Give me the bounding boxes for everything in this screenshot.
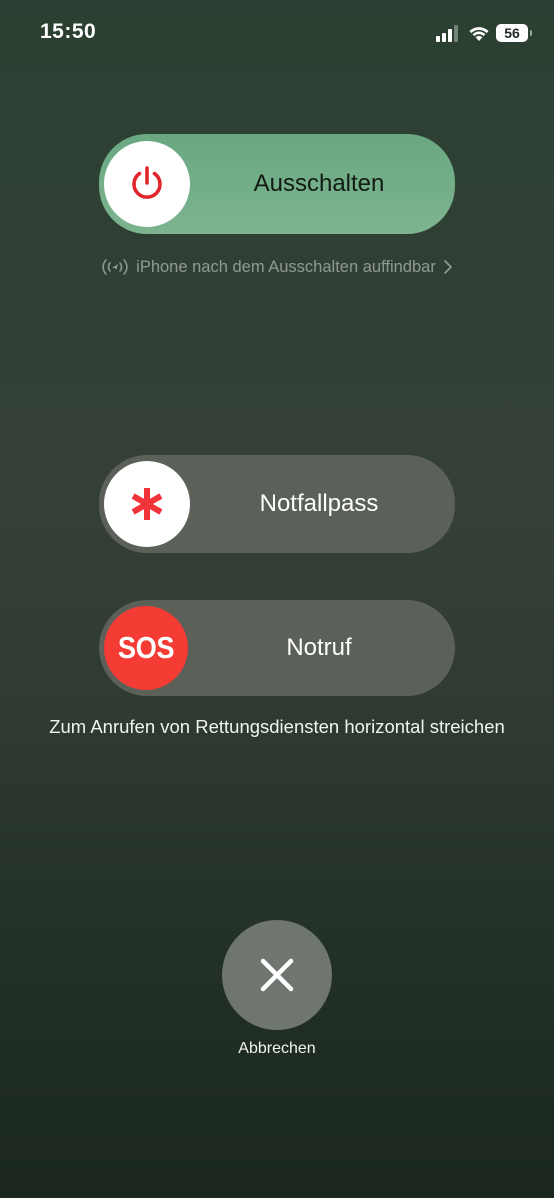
emergency-sos-label: Notruf: [286, 634, 352, 661]
cancel-button[interactable]: [222, 920, 332, 1030]
signal-icon: [436, 24, 458, 42]
sos-knob-text: SOS: [117, 630, 175, 665]
power-off-knob[interactable]: [104, 141, 190, 227]
battery-icon: 56: [496, 24, 532, 42]
close-icon: [260, 958, 294, 992]
find-my-icon: [102, 259, 128, 275]
emergency-sos-slider[interactable]: SOS Notruf: [99, 600, 455, 696]
medical-id-label: Notfallpass: [259, 490, 379, 517]
medical-asterisk-icon: [131, 488, 163, 520]
cancel-label: Abbrechen: [238, 1040, 316, 1057]
wifi-icon: [468, 24, 490, 42]
sos-knob[interactable]: SOS: [104, 606, 188, 690]
chevron-right-icon: [443, 260, 452, 274]
status-icons: 56: [436, 24, 532, 42]
power-off-label: Ausschalten: [253, 170, 385, 197]
find-my-text: iPhone nach dem Ausschalten auffindbar: [136, 257, 436, 276]
find-my-link[interactable]: iPhone nach dem Ausschalten auffindbar: [0, 256, 554, 278]
power-off-slider[interactable]: Ausschalten: [99, 134, 455, 234]
medical-id-slider[interactable]: Notfallpass: [99, 455, 455, 553]
battery-level: 56: [504, 25, 520, 41]
status-time: 15:50: [40, 20, 97, 43]
power-icon: [132, 166, 162, 199]
sos-hint-text: Zum Anrufen von Rettungsdiensten horizon…: [49, 716, 505, 737]
medical-id-knob[interactable]: [104, 461, 190, 547]
